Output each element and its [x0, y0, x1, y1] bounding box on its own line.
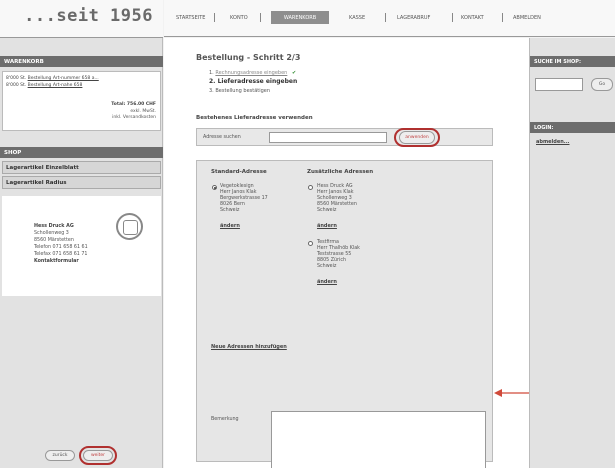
shop-item-einzelblatt[interactable]: Lagerartikel Einzelblatt	[2, 161, 161, 174]
company-street: Schollenweg 3	[34, 231, 69, 236]
additional-address-heading: Zusätzliche Adressen	[307, 169, 374, 175]
edit-default-address-link[interactable]: ändern	[220, 223, 240, 229]
nav-konto[interactable]: KONTO	[230, 15, 248, 21]
additional-address-radio[interactable]	[308, 185, 313, 190]
top-nav: STARTSEITE KONTO WARENKORB KASSE LAGERAB…	[164, 0, 615, 37]
existing-address-title: Bestehenes Lieferadresse verwenden	[196, 115, 313, 121]
remark-label: Bemerkung	[211, 417, 239, 422]
additional-address-radio[interactable]	[308, 241, 313, 246]
shop-search-input[interactable]	[535, 78, 583, 91]
annotation-arrow-icon	[494, 389, 530, 397]
nav-warenkorb-label: WARENKORB	[283, 15, 317, 21]
company-logo-icon	[116, 213, 143, 240]
brand-logo[interactable]: ...seit 1956	[24, 6, 153, 26]
basket-item-link[interactable]: Bestellung Art-nahe 658	[28, 83, 83, 88]
basket-item: 8'000 St. Bestellung Art-nahe 658	[6, 83, 82, 88]
basket-box: 8'000 St. Bestellung Art-nummer 658 a...…	[2, 71, 161, 131]
step-2: 2. Lieferadresse eingeben	[209, 78, 297, 85]
add-new-address-link[interactable]: Neue Adressen hinzufügen	[211, 344, 287, 350]
basket-header: WARENKORB	[0, 56, 163, 67]
basket-item: 8'000 St. Bestellung Art-nummer 658 a...	[6, 76, 99, 81]
step-2-label: Lieferadresse eingeben	[217, 78, 298, 85]
address-search-label: Adresse suchen	[203, 135, 241, 140]
shop-item-radius[interactable]: Lagerartikel Radius	[2, 176, 161, 189]
nav-kontakt[interactable]: KONTAKT	[461, 15, 484, 21]
page-title: Bestellung - Schritt 2/3	[196, 53, 301, 62]
address-line: Schweiz	[317, 208, 337, 213]
back-button[interactable]: zurück	[45, 450, 75, 461]
step-number: 1.	[209, 70, 214, 76]
step-number: 2.	[209, 78, 216, 85]
shop-header: SHOP	[0, 147, 163, 158]
logout-link[interactable]: abmelden...	[536, 139, 570, 145]
default-address-radio[interactable]	[212, 185, 217, 190]
right-sidebar: SUCHE IM SHOP: Go LOGIN: abmelden...	[529, 38, 615, 468]
default-address-heading: Standard-Adresse	[211, 169, 267, 175]
basket-item-qty: 8'000 St.	[6, 76, 27, 81]
address-line: Schweiz	[220, 208, 240, 213]
nav-divider	[214, 13, 215, 22]
nav-lagerabruf[interactable]: LAGERABRUF	[397, 15, 430, 21]
login-header: LOGIN:	[530, 122, 615, 133]
edit-additional-address-link[interactable]: ändern	[317, 223, 337, 229]
basket-total-note: inkl. Versandkosten	[112, 115, 156, 120]
check-icon: ✔	[291, 70, 297, 76]
address-search-input[interactable]	[269, 132, 387, 143]
next-button[interactable]: weiter	[83, 450, 113, 461]
nav-divider	[452, 13, 453, 22]
edit-additional-address-link[interactable]: ändern	[317, 279, 337, 285]
address-box: Standard-Adresse Zusätzliche Adressen Ve…	[196, 160, 493, 468]
shop-search-header: SUCHE IM SHOP:	[530, 56, 615, 67]
basket-item-link[interactable]: Bestellung Art-nummer 658 a...	[28, 76, 99, 81]
step-3: 3. Bestellung bestätigen	[209, 88, 270, 94]
nav-abmelden[interactable]: ABMELDEN	[513, 15, 541, 21]
logo-area: ...seit 1956	[0, 0, 163, 38]
remark-textarea[interactable]	[271, 411, 486, 468]
left-sidebar: ...seit 1956 WARENKORB 8'000 St. Bestell…	[0, 0, 163, 468]
nav-divider	[385, 13, 386, 22]
company-fax: Telefax 071 658 61 71	[34, 252, 88, 257]
address-line: Schweiz	[317, 264, 337, 269]
company-city: 8560 Märstetten	[34, 238, 74, 243]
nav-divider	[502, 13, 503, 22]
nav-startseite[interactable]: STARTSEITE	[176, 15, 205, 21]
contact-form-link[interactable]: Kontaktformular	[34, 259, 79, 264]
step-1: 1. Rechnungsadresse eingeben ✔	[209, 70, 296, 76]
nav-divider	[260, 13, 261, 22]
shop-search-button[interactable]: Go	[591, 78, 613, 91]
basket-total: Total: 756.00 CHF	[111, 102, 156, 107]
main-content: Bestellung - Schritt 2/3 1. Rechnungsadr…	[164, 38, 529, 468]
nav-kasse[interactable]: KASSE	[349, 15, 365, 21]
step-3-label: Bestellung bestätigen	[215, 88, 271, 94]
company-name: Hess Druck AG	[34, 224, 74, 229]
basket-total-note: exkl. MwSt.	[130, 109, 156, 114]
apply-button[interactable]: anwenden	[399, 131, 435, 144]
step-1-link[interactable]: Rechnungsadresse eingeben	[215, 70, 287, 76]
address-search-row: Adresse suchen anwenden	[196, 128, 493, 147]
basket-item-qty: 8'000 St.	[6, 83, 27, 88]
company-phone: Telefon 071 658 61 61	[34, 245, 88, 250]
step-number: 3.	[209, 88, 214, 94]
nav-warenkorb[interactable]: WARENKORB	[271, 11, 329, 24]
